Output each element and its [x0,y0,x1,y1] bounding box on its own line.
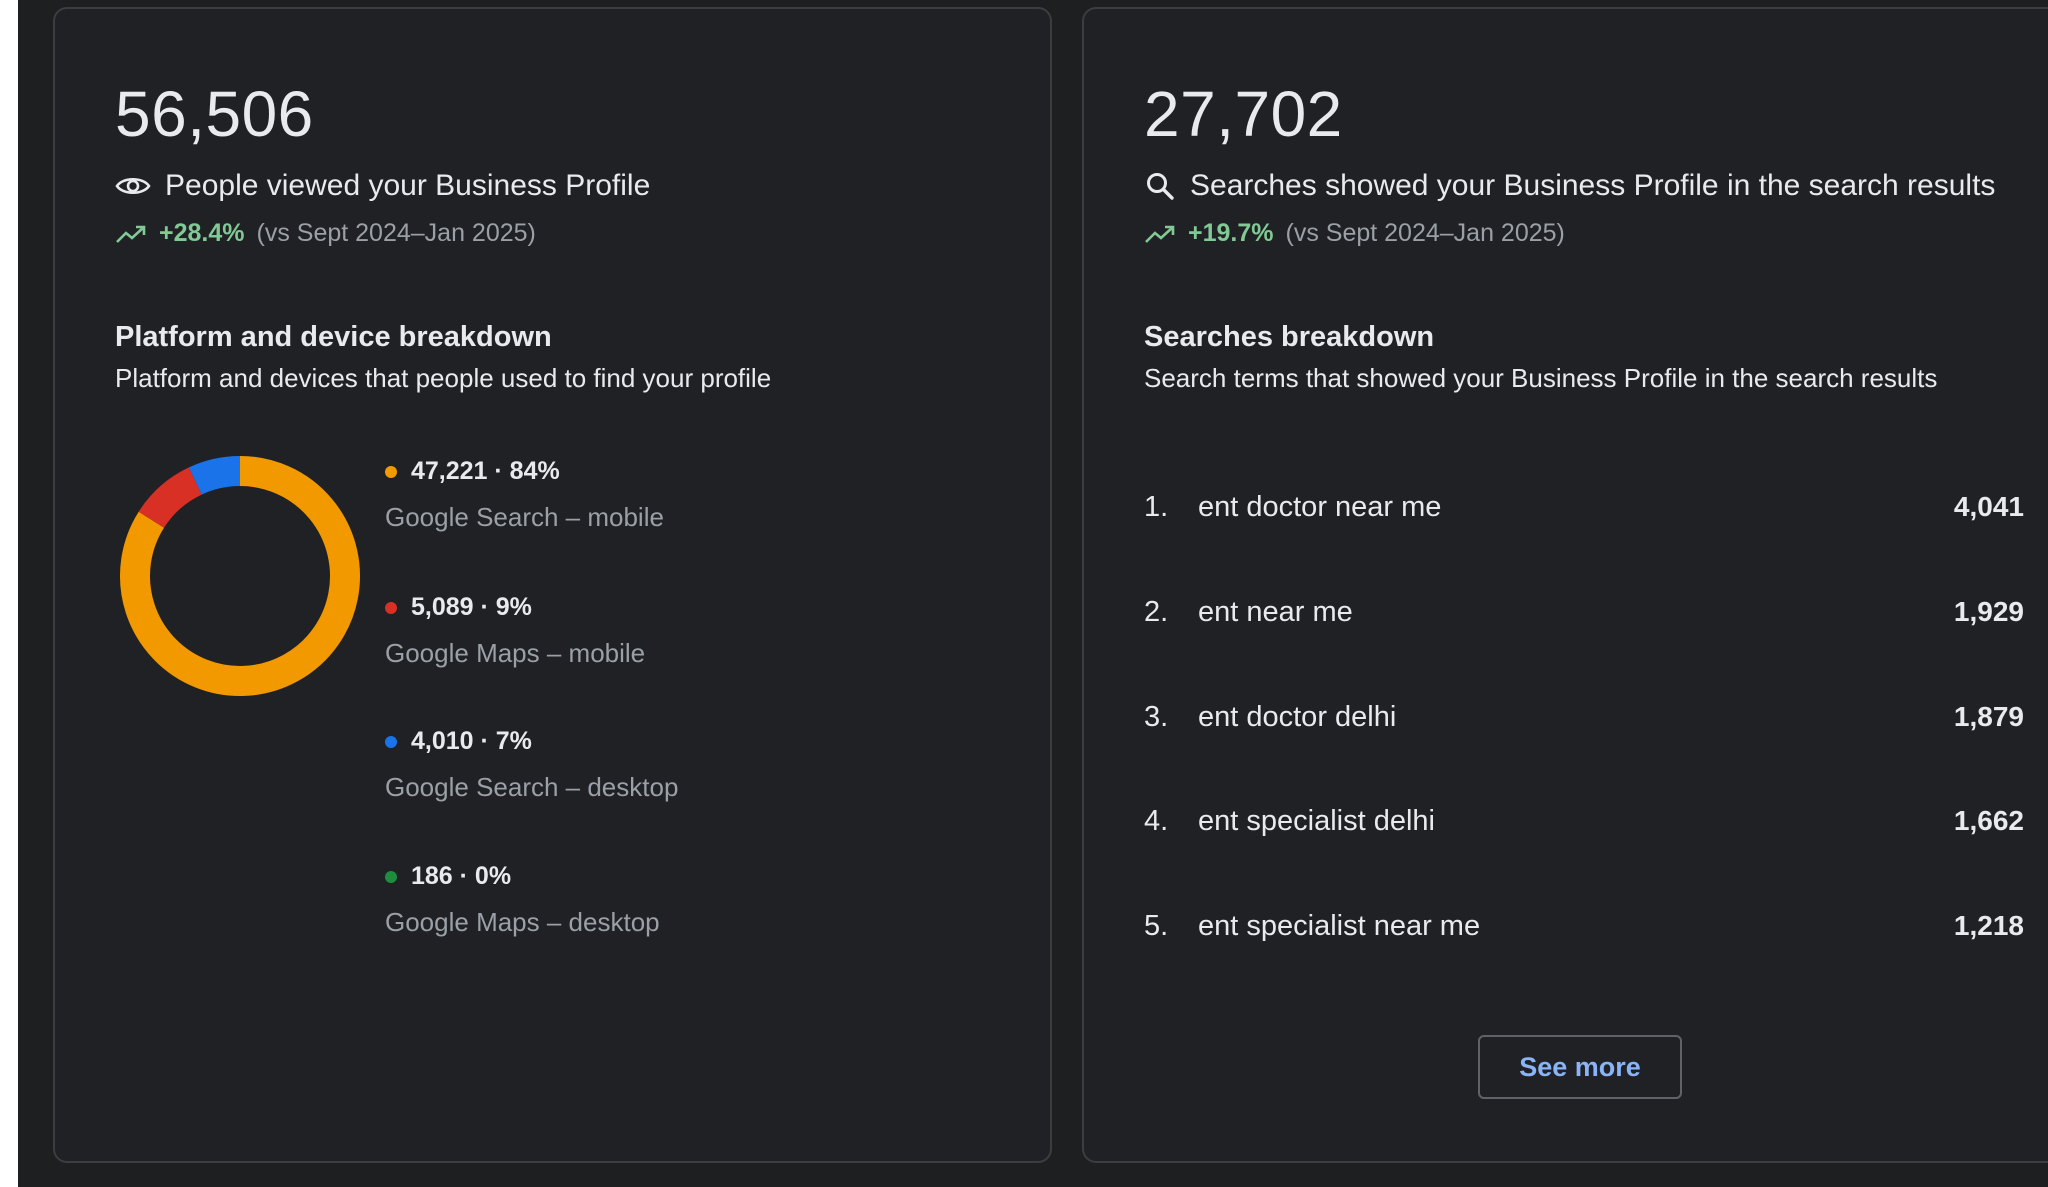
search-term-row: 4. ent specialist delhi 1,662 [1144,801,2024,841]
search-term-count: 1,218 [1953,910,2024,941]
legend-item-maps-mobile: 5,089 · 9% Google Maps – mobile [385,593,785,669]
search-term-rank: 3. [1144,700,1169,733]
search-term-rank: 2. [1144,595,1169,628]
legend-dot [385,735,397,748]
trending-up-icon [1144,223,1176,245]
searches-label: Searches showed your Business Profile in… [1190,169,1996,202]
search-term-count: 1,662 [1953,805,2024,836]
searches-metric-row: Searches showed your Business Profile in… [1144,169,1995,203]
legend-value: 5,089 · 9% [411,593,532,621]
legend-value: 186 · 0% [411,862,512,890]
search-term-text: ent doctor near me [1198,490,1442,523]
search-term-rank: 4. [1144,804,1169,837]
platform-donut-chart [120,456,360,696]
search-term-row: 5. ent specialist near me 1,218 [1144,906,2024,946]
search-term-text: ent doctor delhi [1198,700,1397,733]
search-term-row: 2. ent near me 1,929 [1144,592,2024,632]
search-term-rank: 5. [1144,909,1169,942]
legend-value: 4,010 · 7% [411,727,532,755]
legend-item-maps-desktop: 186 · 0% Google Maps – desktop [385,862,785,938]
search-term-row: 1. ent doctor near me 4,041 [1144,487,2024,527]
platform-breakdown-title: Platform and device breakdown [115,321,552,353]
donut-segment-1 [138,467,203,529]
legend-label: Google Maps – desktop [385,907,660,937]
searches-breakdown-subtitle: Search terms that showed your Business P… [1144,363,1938,393]
searches-breakdown-title: Searches breakdown [1144,321,1435,353]
search-term-text: ent near me [1198,595,1353,628]
views-compare-period: (vs Sept 2024–Jan 2025) [256,219,536,247]
search-term-text: ent specialist near me [1198,909,1481,942]
search-icon [1144,170,1176,202]
legend-label: Google Maps – mobile [385,638,646,668]
views-label: People viewed your Business Profile [165,169,651,202]
views-metric-row: People viewed your Business Profile [115,169,650,203]
search-term-count: 1,879 [1953,701,2024,732]
legend-label: Google Search – mobile [385,502,664,532]
legend-label: Google Search – desktop [385,772,679,802]
views-delta: +28.4% [159,219,245,247]
eye-icon [115,174,151,198]
views-delta-row: +28.4% (vs Sept 2024–Jan 2025) [115,219,536,248]
platform-breakdown-subtitle: Platform and devices that people used to… [115,363,772,393]
searches-delta: +19.7% [1188,219,1274,247]
legend-item-search-desktop: 4,010 · 7% Google Search – desktop [385,727,785,803]
legend-item-search-mobile: 47,221 · 84% Google Search – mobile [385,457,785,533]
search-term-count: 1,929 [1953,596,2024,627]
search-term-text: ent specialist delhi [1198,804,1435,837]
views-card: 56,506 People viewed your Business Profi… [53,7,1052,1163]
legend-dot [385,601,397,614]
donut-segment-2 [188,456,241,495]
search-term-rank: 1. [1144,490,1169,523]
searches-delta-row: +19.7% (vs Sept 2024–Jan 2025) [1144,219,1565,248]
legend-dot [385,465,397,478]
dashboard-screen: 56,506 People viewed your Business Profi… [18,0,2048,1187]
legend-value: 47,221 · 84% [411,457,560,485]
searches-card: 27,702 Searches showed your Business Pro… [1082,7,2048,1163]
search-term-count: 4,041 [1953,491,2024,522]
searches-compare-period: (vs Sept 2024–Jan 2025) [1285,219,1565,247]
views-total: 56,506 [115,78,314,150]
trending-up-icon [115,223,147,245]
see-more-button[interactable]: See more [1478,1035,1682,1099]
searches-total: 27,702 [1144,78,1343,150]
search-term-row: 3. ent doctor delhi 1,879 [1144,697,2024,737]
legend-dot [385,870,397,883]
